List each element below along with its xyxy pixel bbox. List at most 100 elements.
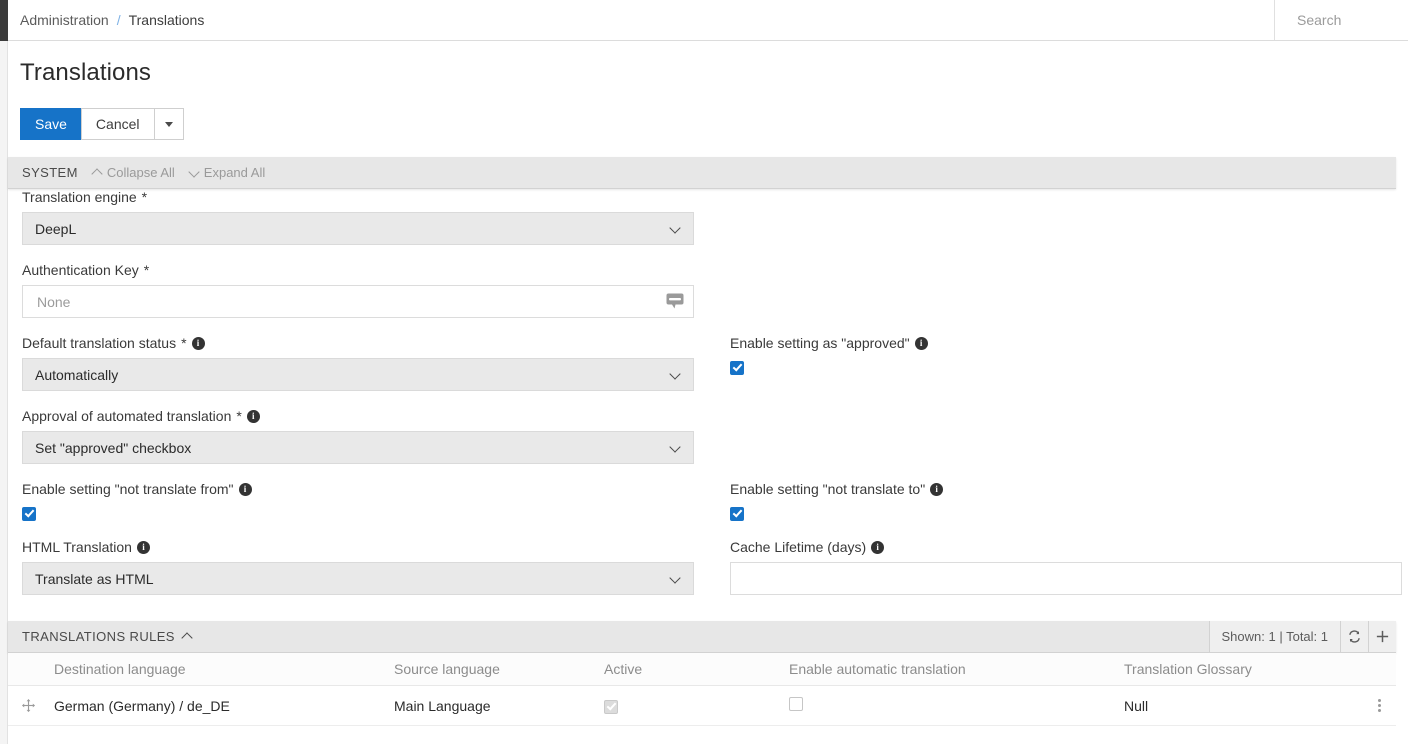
caret-down-icon bbox=[165, 122, 173, 127]
spacer-cell bbox=[716, 189, 1406, 262]
field-translation-engine: Translation engine * DeepL bbox=[8, 189, 698, 245]
field-enable-not-translate-to: Enable setting "not translate to" i bbox=[716, 481, 1406, 522]
row-menu-icon[interactable] bbox=[1363, 699, 1396, 712]
breadcrumb-current: Translations bbox=[129, 12, 205, 28]
translation-engine-label: Translation engine * bbox=[22, 189, 698, 205]
rules-count-label: Shown: 1 | Total: 1 bbox=[1209, 621, 1340, 652]
approval-of-automated-translation-label: Approval of automated translation * i bbox=[22, 408, 698, 424]
spacer-cell bbox=[716, 262, 1406, 335]
table-header-row: Destination language Source language Act… bbox=[8, 653, 1396, 686]
translation-engine-value: DeepL bbox=[35, 221, 76, 237]
html-translation-label: HTML Translation i bbox=[22, 539, 698, 555]
translations-admin-page: Administration / Translations Translatio… bbox=[0, 0, 1408, 744]
info-icon[interactable]: i bbox=[239, 483, 252, 496]
cell-destination-language: German (Germany) / de_DE bbox=[48, 698, 388, 714]
expand-all-button[interactable]: Expand All bbox=[189, 165, 265, 180]
chevron-down-icon bbox=[670, 442, 681, 453]
collapse-all-button[interactable]: Collapse All bbox=[92, 165, 175, 180]
breadcrumb: Administration / Translations bbox=[8, 12, 204, 28]
chevron-up-icon bbox=[92, 167, 103, 178]
translations-rules-title: TRANSLATIONS RULES bbox=[8, 629, 175, 644]
active-checkbox bbox=[604, 700, 618, 714]
chevron-down-icon bbox=[189, 167, 200, 178]
required-marker: * bbox=[236, 408, 241, 424]
cell-source-language: Main Language bbox=[388, 698, 598, 714]
column-source-language[interactable]: Source language bbox=[388, 661, 598, 677]
cache-lifetime-input[interactable] bbox=[743, 570, 1389, 588]
cell-enable-automatic-translation bbox=[783, 697, 1118, 714]
approval-of-automated-translation-select[interactable]: Set "approved" checkbox bbox=[22, 431, 694, 464]
required-marker: * bbox=[144, 262, 149, 278]
info-icon[interactable]: i bbox=[930, 483, 943, 496]
chevron-down-icon bbox=[670, 573, 681, 584]
translations-rules-header: TRANSLATIONS RULES Shown: 1 | Total: 1 bbox=[8, 621, 1396, 653]
add-rule-icon[interactable] bbox=[1368, 621, 1396, 652]
enable-not-translate-from-label: Enable setting "not translate from" i bbox=[22, 481, 698, 497]
expand-all-label: Expand All bbox=[204, 165, 265, 180]
info-icon[interactable]: i bbox=[192, 337, 205, 350]
field-enable-not-translate-from: Enable setting "not translate from" i bbox=[8, 481, 698, 522]
cache-lifetime-wrapper bbox=[730, 562, 1402, 595]
cancel-button[interactable]: Cancel bbox=[81, 108, 155, 140]
chevron-down-icon bbox=[670, 369, 681, 380]
enable-not-translate-to-label: Enable setting "not translate to" i bbox=[730, 481, 1406, 497]
left-rail-light bbox=[0, 41, 8, 744]
column-destination-language[interactable]: Destination language bbox=[48, 661, 388, 677]
page-title: Translations bbox=[20, 59, 151, 87]
authentication-key-label: Authentication Key * bbox=[22, 262, 698, 278]
authentication-key-input[interactable] bbox=[35, 293, 681, 311]
info-icon[interactable]: i bbox=[247, 410, 260, 423]
cache-lifetime-label: Cache Lifetime (days) i bbox=[730, 539, 1406, 555]
chevron-up-icon bbox=[182, 631, 193, 642]
field-default-translation-status: Default translation status * i Automatic… bbox=[8, 335, 698, 391]
approval-of-automated-translation-value: Set "approved" checkbox bbox=[35, 440, 191, 456]
save-button[interactable]: Save bbox=[20, 108, 82, 140]
table-row[interactable]: German (Germany) / de_DE Main Language N… bbox=[8, 686, 1396, 726]
translation-engine-select[interactable]: DeepL bbox=[22, 212, 694, 245]
search-box[interactable] bbox=[1274, 0, 1408, 40]
search-input[interactable] bbox=[1275, 11, 1408, 29]
spacer-cell bbox=[716, 408, 1406, 481]
refresh-icon[interactable] bbox=[1340, 621, 1368, 652]
breadcrumb-separator: / bbox=[117, 12, 121, 28]
html-translation-value: Translate as HTML bbox=[35, 571, 154, 587]
system-form: Translation engine * DeepL Authenticatio… bbox=[8, 189, 1396, 612]
info-icon[interactable]: i bbox=[871, 541, 884, 554]
enable-setting-as-approved-checkbox[interactable] bbox=[730, 361, 744, 375]
translations-rules-table: Destination language Source language Act… bbox=[8, 653, 1396, 726]
column-enable-automatic-translation[interactable]: Enable automatic translation bbox=[783, 661, 1118, 677]
enable-not-translate-from-checkbox[interactable] bbox=[22, 507, 36, 521]
default-translation-status-value: Automatically bbox=[35, 367, 118, 383]
enable-automatic-translation-checkbox[interactable] bbox=[789, 697, 803, 711]
html-translation-select[interactable]: Translate as HTML bbox=[22, 562, 694, 595]
translations-rules-collapse-toggle[interactable] bbox=[182, 631, 193, 642]
left-rail-dark bbox=[0, 0, 8, 41]
enable-setting-as-approved-label: Enable setting as "approved" i bbox=[730, 335, 1406, 351]
field-authentication-key: Authentication Key * bbox=[8, 262, 698, 318]
cell-translation-glossary: Null bbox=[1118, 698, 1363, 714]
field-enable-setting-as-approved: Enable setting as "approved" i bbox=[716, 335, 1406, 391]
field-approval-of-automated-translation: Approval of automated translation * i Se… bbox=[8, 408, 698, 464]
authentication-key-wrapper bbox=[22, 285, 694, 318]
top-bar: Administration / Translations bbox=[8, 0, 1408, 41]
breadcrumb-root[interactable]: Administration bbox=[20, 12, 109, 28]
default-translation-status-select[interactable]: Automatically bbox=[22, 358, 694, 391]
info-icon[interactable]: i bbox=[915, 337, 928, 350]
column-active[interactable]: Active bbox=[598, 661, 783, 677]
collapse-all-label: Collapse All bbox=[107, 165, 175, 180]
more-actions-button[interactable] bbox=[154, 108, 184, 140]
info-icon[interactable]: i bbox=[137, 541, 150, 554]
system-section-title: SYSTEM bbox=[8, 165, 78, 180]
required-marker: * bbox=[181, 335, 186, 351]
column-translation-glossary[interactable]: Translation Glossary bbox=[1118, 661, 1363, 677]
chevron-down-icon bbox=[670, 223, 681, 234]
enable-not-translate-to-checkbox[interactable] bbox=[730, 507, 744, 521]
default-translation-status-label: Default translation status * i bbox=[22, 335, 698, 351]
field-html-translation: HTML Translation i Translate as HTML bbox=[8, 539, 698, 595]
action-button-group: Save Cancel bbox=[20, 108, 184, 140]
field-cache-lifetime: Cache Lifetime (days) i bbox=[716, 539, 1406, 595]
cell-active bbox=[598, 697, 783, 714]
reveal-key-icon[interactable] bbox=[665, 292, 685, 310]
row-drag-handle[interactable] bbox=[8, 698, 48, 713]
system-section-header: SYSTEM Collapse All Expand All bbox=[8, 157, 1396, 189]
